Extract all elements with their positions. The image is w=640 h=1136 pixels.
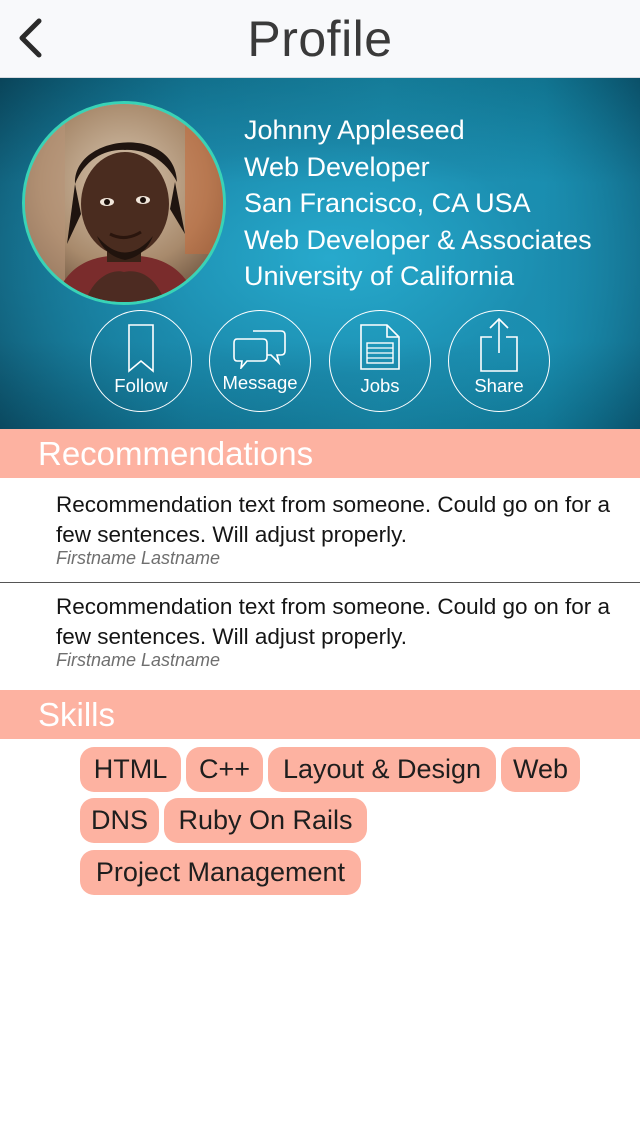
profile-job-title: Web Developer bbox=[244, 151, 430, 182]
skill-tag[interactable]: Web bbox=[501, 747, 580, 792]
nav-bar: Profile bbox=[0, 0, 640, 78]
avatar-photo bbox=[25, 104, 223, 302]
recommendation-text: Recommendation text from someone. Could … bbox=[56, 594, 611, 649]
skill-tag[interactable]: Project Management bbox=[80, 850, 361, 895]
recommendation-author: Firstname Lastname bbox=[56, 650, 221, 670]
skill-tag[interactable]: Layout & Design bbox=[268, 747, 496, 792]
jobs-button[interactable]: Jobs bbox=[329, 310, 431, 412]
share-label: Share bbox=[474, 375, 524, 396]
profile-header: Johnny Appleseed Web Developer San Franc… bbox=[0, 78, 640, 429]
share-button[interactable]: Share bbox=[448, 310, 550, 412]
message-label: Message bbox=[222, 372, 298, 393]
document-icon bbox=[360, 324, 400, 370]
recommendation-author: Firstname Lastname bbox=[56, 548, 221, 568]
skill-tag[interactable]: HTML bbox=[80, 747, 181, 792]
follow-label: Follow bbox=[114, 375, 168, 396]
action-buttons: Follow Message Jobs Share bbox=[90, 310, 550, 412]
recommendations-header: Recommendations bbox=[0, 429, 640, 478]
profile-location: San Francisco, CA USA bbox=[244, 188, 531, 218]
profile-company: Web Developer & Associates bbox=[244, 224, 592, 255]
skill-tag[interactable]: Ruby On Rails bbox=[164, 798, 367, 843]
skills-title: Skills bbox=[38, 696, 116, 733]
profile-school: University of California bbox=[244, 261, 515, 291]
follow-button[interactable]: Follow bbox=[90, 310, 192, 412]
skill-tag[interactable]: C++ bbox=[186, 747, 263, 792]
chat-bubbles-icon bbox=[233, 330, 286, 369]
profile-name: Johnny Appleseed bbox=[244, 115, 465, 145]
recommendation-item: Recommendation text from someone. Could … bbox=[0, 580, 640, 683]
skills-header: Skills bbox=[0, 690, 640, 739]
skill-tag[interactable]: DNS bbox=[80, 798, 159, 843]
page-title: Profile bbox=[247, 11, 393, 67]
recommendation-text: Recommendation text from someone. Could … bbox=[56, 492, 611, 547]
recommendations-title: Recommendations bbox=[38, 435, 314, 472]
bookmark-icon bbox=[128, 324, 154, 373]
profile-info: Johnny Appleseed Web Developer San Franc… bbox=[244, 112, 592, 295]
jobs-label: Jobs bbox=[360, 375, 400, 396]
message-button[interactable]: Message bbox=[209, 310, 311, 412]
share-icon bbox=[480, 317, 518, 372]
avatar bbox=[22, 101, 226, 305]
recommendation-item: Recommendation text from someone. Could … bbox=[0, 478, 640, 581]
